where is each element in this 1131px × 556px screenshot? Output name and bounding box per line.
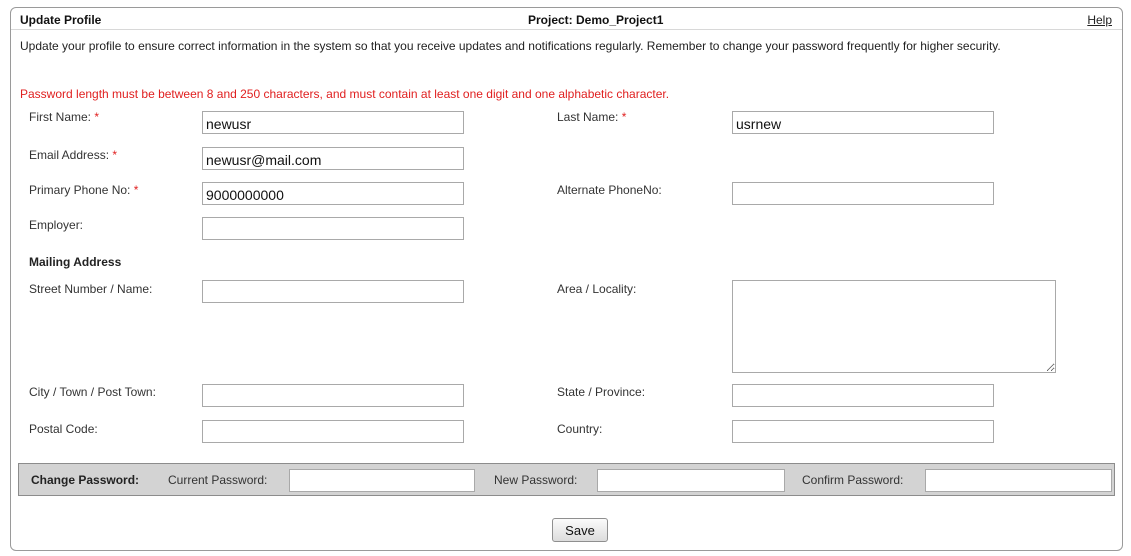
alternate-phone-input[interactable] <box>732 182 994 205</box>
page-title: Update Profile <box>20 13 102 27</box>
area-textarea[interactable] <box>732 280 1056 373</box>
city-label: City / Town / Post Town: <box>29 385 156 399</box>
required-marker: * <box>621 110 627 124</box>
project-name: Project: Demo_Project1 <box>528 13 664 27</box>
country-label: Country: <box>557 422 603 436</box>
save-button[interactable]: Save <box>552 518 608 542</box>
mailing-address-heading: Mailing Address <box>29 255 122 269</box>
required-marker: * <box>94 110 100 124</box>
change-password-heading: Change Password: <box>31 473 140 487</box>
first-name-label-text: First Name: <box>29 110 92 124</box>
state-input[interactable] <box>732 384 994 407</box>
email-input[interactable] <box>202 147 464 170</box>
last-name-label: Last Name: * <box>557 110 626 124</box>
city-input[interactable] <box>202 384 464 407</box>
street-label: Street Number / Name: <box>29 282 153 296</box>
state-label: State / Province: <box>557 385 646 399</box>
last-name-label-text: Last Name: <box>557 110 619 124</box>
first-name-label: First Name: * <box>29 110 99 124</box>
header-bar: Update Profile Project: Demo_Project1 He… <box>11 8 1122 30</box>
intro-text: Update your profile to ensure correct in… <box>20 39 1001 53</box>
alternate-phone-label: Alternate PhoneNo: <box>557 183 662 197</box>
primary-phone-label-text: Primary Phone No: <box>29 183 131 197</box>
postal-code-label: Postal Code: <box>29 422 98 436</box>
email-label: Email Address: * <box>29 148 117 162</box>
country-input[interactable] <box>732 420 994 443</box>
required-marker: * <box>112 148 118 162</box>
postal-code-input[interactable] <box>202 420 464 443</box>
new-password-input[interactable] <box>597 469 785 492</box>
primary-phone-label: Primary Phone No: * <box>29 183 138 197</box>
email-label-text: Email Address: <box>29 148 110 162</box>
primary-phone-input[interactable] <box>202 182 464 205</box>
employer-label: Employer: <box>29 218 84 232</box>
first-name-input[interactable] <box>202 111 464 134</box>
street-input[interactable] <box>202 280 464 303</box>
current-password-label: Current Password: <box>168 473 268 487</box>
last-name-input[interactable] <box>732 111 994 134</box>
change-password-bar: Change Password: Current Password: New P… <box>18 463 1115 496</box>
current-password-input[interactable] <box>289 469 475 492</box>
update-profile-panel: Update Profile Project: Demo_Project1 He… <box>10 7 1123 551</box>
employer-input[interactable] <box>202 217 464 240</box>
help-link[interactable]: Help <box>1087 13 1112 27</box>
confirm-password-input[interactable] <box>925 469 1112 492</box>
confirm-password-label: Confirm Password: <box>802 473 904 487</box>
required-marker: * <box>133 183 139 197</box>
area-label: Area / Locality: <box>557 282 637 296</box>
password-rule-text: Password length must be between 8 and 25… <box>20 87 670 101</box>
new-password-label: New Password: <box>494 473 578 487</box>
